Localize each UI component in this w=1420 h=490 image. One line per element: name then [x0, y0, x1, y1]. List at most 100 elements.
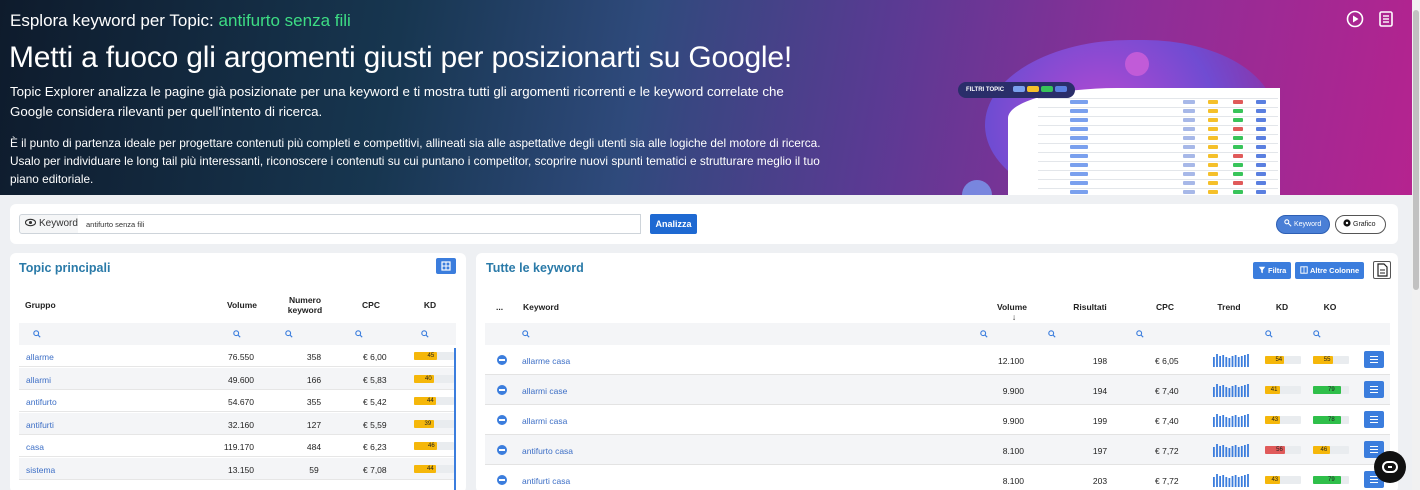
col-kd[interactable]: KD	[1272, 302, 1292, 312]
keyword-link[interactable]: allarmi case	[522, 386, 567, 396]
table-scroll-indicator[interactable]	[454, 348, 456, 490]
sort-arrow-icon[interactable]: ↓	[1012, 312, 1016, 322]
col-trend[interactable]: Trend	[1214, 302, 1244, 312]
kd-bar: 43	[1265, 416, 1301, 424]
keyword-input[interactable]	[78, 214, 641, 234]
col-volume[interactable]: Volume	[222, 300, 262, 310]
topic-row[interactable]: allarme 76.550 358 € 6,00 45	[19, 345, 456, 367]
topic-row[interactable]: sistema 13.150 59 € 7,08 44	[19, 458, 456, 480]
keyword-label-text: Keyword	[39, 218, 78, 229]
search-icon[interactable]	[421, 330, 429, 338]
keyword-volume: 9.900	[1002, 386, 1024, 396]
keyword-cpc: € 7,72	[1155, 446, 1179, 456]
col-risultati[interactable]: Risultati	[1070, 302, 1110, 312]
keyword-link[interactable]: antifurto casa	[522, 446, 573, 456]
kd-bar: 46	[414, 442, 454, 451]
trend-sparkline	[1213, 414, 1249, 427]
search-icon[interactable]	[33, 330, 41, 338]
search-icon[interactable]	[355, 330, 363, 338]
filter-button[interactable]: Filtra	[1253, 262, 1292, 279]
keyword-row[interactable]: allarmi casa 9.900 199 € 7,40 43 78	[485, 405, 1390, 435]
topic-group-link[interactable]: antifurti	[26, 420, 54, 430]
keyword-row[interactable]: allarmi case 9.900 194 € 7,40 41 79	[485, 375, 1390, 405]
keyword-link[interactable]: allarmi casa	[522, 416, 567, 426]
col-cpc[interactable]: CPC	[356, 300, 386, 310]
topic-row[interactable]: casa 119.170 484 € 6,23 46	[19, 435, 456, 458]
analyze-button[interactable]: Analizza	[650, 214, 697, 234]
row-menu-button[interactable]	[1364, 411, 1384, 428]
topic-cpc: € 5,42	[363, 397, 387, 408]
col-volume[interactable]: Volume ↓	[992, 302, 1032, 322]
kd-value: 45	[427, 353, 435, 359]
kd-bar: 43	[1265, 476, 1301, 484]
trend-sparkline	[1213, 474, 1249, 487]
collapse-row-icon[interactable]	[497, 385, 507, 395]
view-chart-toggle[interactable]: Grafico	[1335, 215, 1386, 234]
trend-sparkline	[1213, 444, 1249, 457]
keyword-row[interactable]: antifurti casa 8.100 203 € 7,72 43 79	[485, 465, 1390, 490]
kd-value: 54	[1275, 357, 1283, 363]
col-ko[interactable]: KO	[1320, 302, 1340, 312]
collapse-row-icon[interactable]	[497, 355, 507, 365]
search-icon[interactable]	[522, 330, 530, 338]
topic-cpc: € 7,08	[363, 465, 387, 475]
page-scrollbar-thumb[interactable]	[1413, 10, 1419, 290]
search-icon[interactable]	[1136, 330, 1144, 338]
more-columns-button[interactable]: Altre Colonne	[1295, 262, 1365, 279]
col-kd[interactable]: KD	[420, 300, 440, 310]
topic-group-link[interactable]: allarme	[26, 352, 54, 362]
topic-row[interactable]: allarmi 49.600 166 € 5,83 40	[19, 367, 456, 390]
ko-value: 46	[1320, 447, 1328, 453]
row-menu-button[interactable]	[1364, 351, 1384, 368]
search-icon[interactable]	[1313, 330, 1321, 338]
topic-group-link[interactable]: sistema	[26, 465, 55, 475]
keyword-results: 198	[1092, 356, 1108, 366]
export-button[interactable]	[1373, 261, 1391, 279]
collapse-row-icon[interactable]	[497, 415, 507, 425]
topic-panel: Topic principali Gruppo Volume Numero ke…	[10, 253, 466, 490]
kd-bar: 45	[414, 352, 454, 360]
play-circle-icon[interactable]	[1346, 10, 1364, 28]
search-icon[interactable]	[1265, 330, 1273, 338]
kd-bar: 44	[414, 397, 454, 406]
keywords-panel: Tutte le keyword Filtra Altre Colonne ..…	[476, 253, 1398, 490]
preview-table-illustration	[1008, 88, 1280, 195]
chat-widget-button[interactable]	[1374, 451, 1406, 483]
ko-bar: 79	[1313, 476, 1349, 484]
topic-cpc: € 5,59	[363, 419, 387, 430]
search-icon[interactable]	[980, 330, 988, 338]
topic-volume: 13.150	[228, 465, 254, 475]
topic-row[interactable]: antifurti 32.160 127 € 5,59 39	[19, 412, 456, 435]
topic-keyword-count: 355	[306, 397, 322, 408]
page-heading-keyword: antifurto senza fili	[218, 11, 351, 30]
col-numero-keyword[interactable]: Numero keyword	[282, 295, 328, 315]
key-icon	[1284, 219, 1292, 227]
col-gruppo[interactable]: Gruppo	[25, 300, 56, 310]
search-icon[interactable]	[1048, 330, 1056, 338]
page-heading: Esplora keyword per Topic: antifurto sen…	[10, 11, 351, 31]
book-icon[interactable]	[1377, 10, 1395, 28]
page-scrollbar[interactable]	[1412, 0, 1420, 490]
col-keyword[interactable]: Keyword	[523, 302, 559, 312]
kd-bar: 41	[1265, 386, 1301, 394]
col-cpc[interactable]: CPC	[1150, 302, 1180, 312]
grid-view-button[interactable]	[436, 258, 456, 274]
row-menu-button[interactable]	[1364, 381, 1384, 398]
view-keyword-toggle[interactable]: Keyword	[1276, 215, 1330, 234]
topic-row[interactable]: antifurto 54.670 355 € 5,42 44	[19, 390, 456, 413]
keyword-link[interactable]: allarme casa	[522, 356, 570, 366]
keyword-row[interactable]: antifurto casa 8.100 197 € 7,72 56 46	[485, 435, 1390, 465]
topic-group-link[interactable]: casa	[26, 442, 44, 452]
collapse-row-icon[interactable]	[497, 445, 507, 455]
hero-paragraph-1: Topic Explorer analizza le pagine già po…	[10, 84, 784, 119]
keyword-row[interactable]: allarme casa 12.100 198 € 6,05 54 55	[485, 345, 1390, 375]
topic-group-link[interactable]: allarmi	[26, 375, 51, 385]
topic-group-link[interactable]: antifurto	[26, 397, 57, 407]
search-icon[interactable]	[285, 330, 293, 338]
keyword-label: Keyword	[19, 214, 85, 234]
keyword-link[interactable]: antifurti casa	[522, 476, 570, 486]
more-columns-label: Altre Colonne	[1310, 266, 1360, 275]
collapse-row-icon[interactable]	[497, 475, 507, 485]
ko-bar: 78	[1313, 416, 1349, 424]
search-icon[interactable]	[233, 330, 241, 338]
